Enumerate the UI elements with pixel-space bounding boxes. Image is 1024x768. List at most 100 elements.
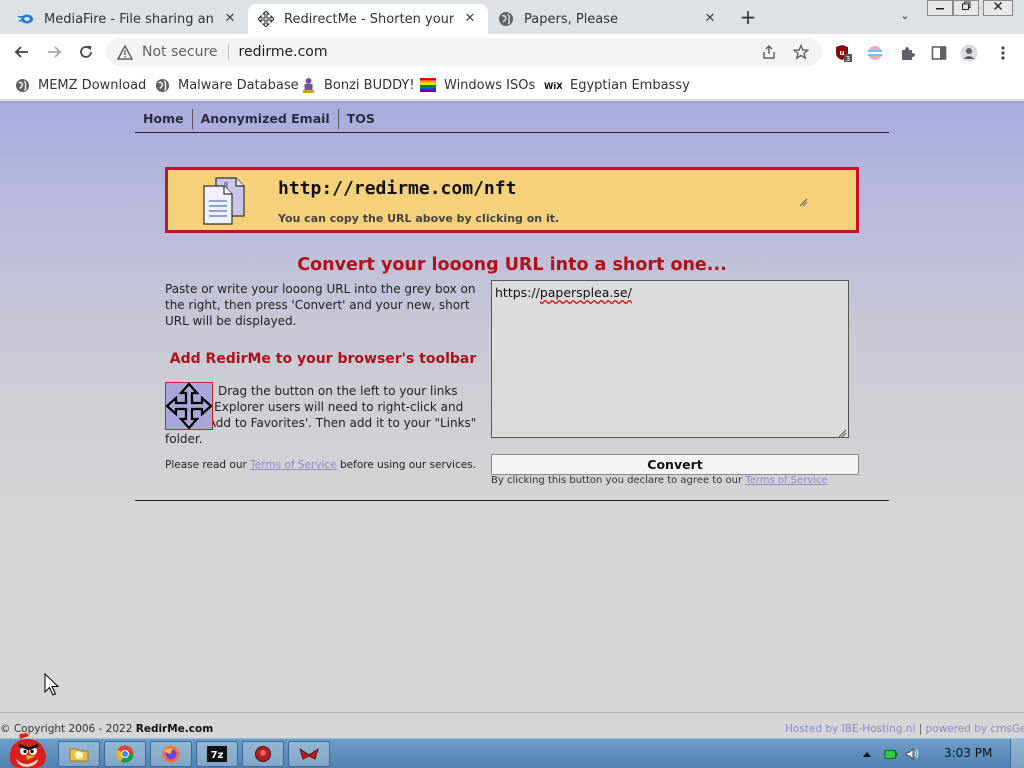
taskbar-7zip[interactable]: 7z <box>196 741 238 767</box>
chrome-icon <box>116 745 134 763</box>
bonzi-icon <box>300 77 316 93</box>
page-viewport: Home Anonymized Email TOS http://redirme… <box>0 101 1024 738</box>
tos-note: Please read our Terms of Service before … <box>165 459 476 471</box>
taskbar-red-app[interactable] <box>242 741 284 767</box>
tab-papers-please[interactable]: Papers, Please ✕ <box>488 4 728 34</box>
tos-link[interactable]: Terms of Service <box>250 459 337 471</box>
firefox-icon <box>162 745 180 763</box>
tab-redirectme[interactable]: RedirectMe - Shorten your UR ✕ <box>248 4 488 34</box>
taskbar: 7z 3:03 PM <box>0 732 1024 768</box>
tab-title: RedirectMe - Shorten your UR <box>284 11 454 27</box>
security-label[interactable]: Not secure <box>142 44 218 60</box>
bookmark-label: Malware Database <box>178 77 299 93</box>
nav-tos[interactable]: TOS <box>337 108 383 129</box>
tos-note-text: before using our services. <box>336 459 476 471</box>
taskbar-wing-app[interactable] <box>288 741 330 767</box>
copy-hint: You can copy the URL above by clicking o… <box>278 212 560 225</box>
tab-mediafire[interactable]: MediaFire - File sharing and st ✕ <box>8 4 248 34</box>
resize-grip-icon[interactable] <box>837 426 847 438</box>
content-divider <box>135 500 889 501</box>
url-text[interactable]: redirme.com <box>239 44 328 60</box>
mouse-cursor-icon <box>44 672 60 697</box>
close-tab-icon[interactable]: ✕ <box>222 11 238 27</box>
hosting-credit: Hosted by IBE-Hosting.nl | powered by cm… <box>785 723 1024 735</box>
tos-link[interactable]: Terms of Service <box>745 475 827 486</box>
bookmark-windows-isos[interactable]: Windows ISOs <box>420 76 535 94</box>
footer-separator: | <box>918 723 923 735</box>
share-icon[interactable] <box>760 43 778 61</box>
bookmarks-bar: MEMZ Download Malware Database Bonzi BUD… <box>0 70 1024 100</box>
resize-grip-icon[interactable] <box>798 196 808 207</box>
app-red-icon <box>255 746 271 762</box>
bookmarklet-drag-button[interactable] <box>165 382 213 430</box>
bookmark-label: MEMZ Download <box>38 77 147 93</box>
powered-by-link[interactable]: powered by cmsGear <box>926 723 1024 735</box>
move-arrows-icon <box>258 11 274 27</box>
show-desktop-button[interactable] <box>1010 739 1024 768</box>
minimize-button[interactable] <box>927 0 953 16</box>
tray-up-arrow-icon[interactable] <box>860 747 874 761</box>
copyright-site: RedirMe.com <box>135 723 214 735</box>
trans-flag-icon[interactable] <box>866 44 884 62</box>
url-input-rest: papersplea.se/ <box>539 285 632 300</box>
toolbar-heading: Add RedirMe to your browser's toolbar <box>169 351 477 367</box>
move-arrows-icon <box>166 383 212 429</box>
ublock-icon[interactable]: u3 <box>834 44 852 62</box>
app-wing-icon <box>299 748 319 760</box>
kebab-menu-icon[interactable] <box>994 44 1012 62</box>
omnibox-divider <box>227 44 229 60</box>
convert-button[interactable]: Convert <box>491 454 859 475</box>
forward-button[interactable] <box>42 40 66 64</box>
hosted-by-link[interactable]: Hosted by IBE-Hosting.nl <box>785 723 915 735</box>
browser-toolbar: Not secure redirme.com u3 <box>0 34 1024 70</box>
svg-text:u: u <box>840 49 845 57</box>
bookmark-bonzi-buddy[interactable]: Bonzi BUDDY! <box>300 76 415 94</box>
side-panel-icon[interactable] <box>930 44 948 62</box>
bookmark-memz[interactable]: MEMZ Download <box>14 76 146 94</box>
page-footer: © Copyright 2006 - 2022 RedirMe.com Host… <box>0 712 1024 738</box>
short-url-text[interactable]: http://redirme.com/nft <box>278 178 516 199</box>
svg-text:3: 3 <box>846 55 850 62</box>
convert-note-text: By clicking this button you declare to a… <box>491 475 746 486</box>
angry-bird-icon <box>9 732 46 768</box>
volume-icon[interactable] <box>906 747 920 761</box>
tab-strip: MediaFire - File sharing and st ✕ Redire… <box>0 0 1024 34</box>
close-window-button[interactable] <box>983 0 1013 16</box>
nav-home[interactable]: Home <box>135 109 192 129</box>
tos-note-text: Please read our <box>165 459 251 471</box>
taskbar-clock[interactable]: 3:03 PM <box>944 746 992 760</box>
warning-icon[interactable] <box>116 43 134 61</box>
back-button[interactable] <box>10 40 34 64</box>
close-tab-icon[interactable]: ✕ <box>462 11 478 27</box>
wix-icon: WiX <box>544 77 562 93</box>
drag-instructions-text: Drag the button on the left to your link… <box>165 384 477 446</box>
file-explorer-icon <box>69 748 89 762</box>
battery-icon[interactable] <box>884 747 898 761</box>
address-bar[interactable]: Not secure redirme.com <box>106 38 822 66</box>
taskbar-firefox[interactable] <box>150 741 192 767</box>
tab-title: Papers, Please <box>524 11 619 27</box>
new-tab-button[interactable]: + <box>736 6 760 30</box>
convert-note: By clicking this button you declare to a… <box>491 475 828 486</box>
profile-avatar-icon[interactable] <box>960 44 978 62</box>
chevron-down-icon[interactable]: ⌄ <box>896 9 914 25</box>
puzzle-icon[interactable] <box>898 44 916 62</box>
bookmark-label: Bonzi BUDDY! <box>324 77 415 93</box>
svg-text:WiX: WiX <box>544 82 562 90</box>
restore-button[interactable] <box>953 0 979 16</box>
bookmark-label: Egyptian Embassy <box>570 77 690 93</box>
star-icon[interactable] <box>792 43 810 61</box>
taskbar-chrome[interactable] <box>104 741 146 767</box>
bookmark-malware-database[interactable]: Malware Database <box>154 76 299 94</box>
short-url-box[interactable]: http://redirme.com/nft You can copy the … <box>165 167 859 233</box>
svg-text:7z: 7z <box>211 750 224 761</box>
nav-anonymized-email[interactable]: Anonymized Email <box>191 108 338 129</box>
bookmark-egyptian-embassy[interactable]: WiX Egyptian Embassy <box>544 76 690 94</box>
reload-button[interactable] <box>74 40 98 64</box>
close-tab-icon[interactable]: ✕ <box>702 11 718 27</box>
start-button[interactable] <box>2 731 50 768</box>
taskbar-file-explorer[interactable] <box>58 741 100 767</box>
globe-icon <box>154 77 170 93</box>
long-url-textarea[interactable]: https://papersplea.se/ <box>491 280 849 438</box>
url-input-prefix: https:// <box>495 285 540 300</box>
